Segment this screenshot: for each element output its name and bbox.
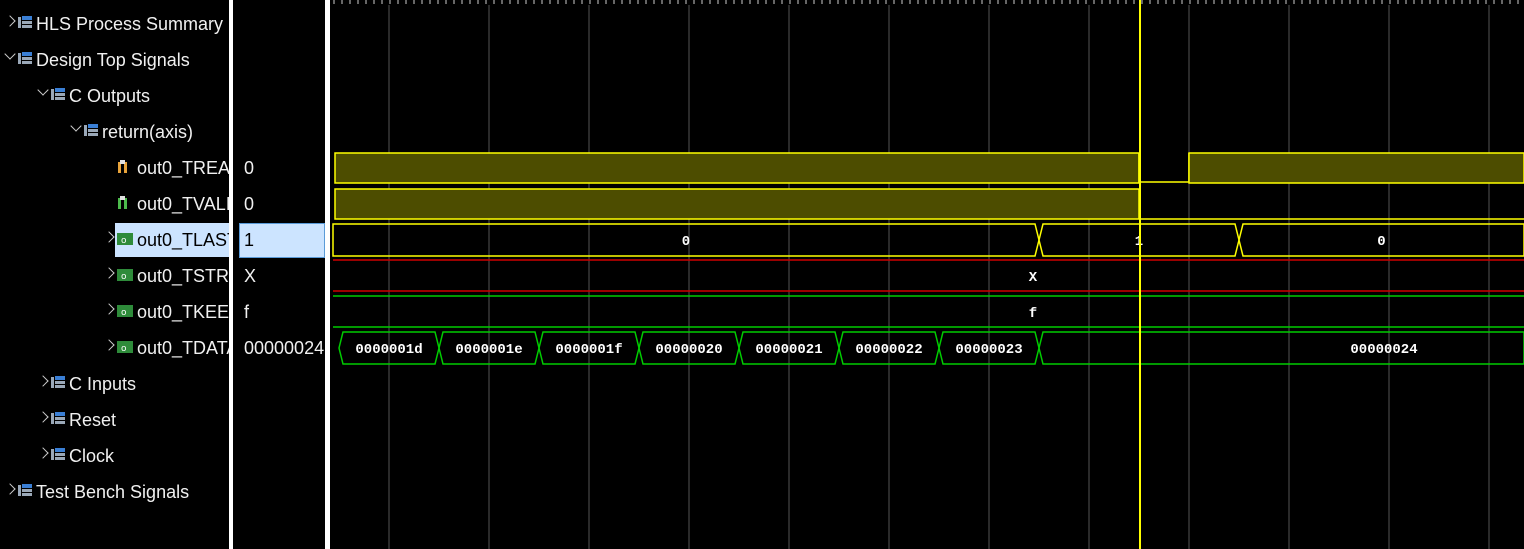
tdata-value-label: 00000024 bbox=[1350, 342, 1417, 358]
svg-text:o: o bbox=[121, 344, 127, 354]
tree-row[interactable]: HLS Process Summary bbox=[0, 6, 229, 42]
value-row[interactable]: 0 bbox=[233, 150, 325, 186]
signal-bus-icon: o bbox=[117, 268, 133, 282]
signal-group-icon bbox=[18, 16, 32, 29]
tdata-bus-segment bbox=[1038, 331, 1524, 365]
tree-row-label: out0_TLAST bbox=[137, 230, 229, 250]
tree-row-label: out0_TREADY bbox=[137, 158, 229, 178]
tdata-value-label: 00000020 bbox=[655, 342, 722, 358]
value-row[interactable] bbox=[233, 78, 325, 114]
tready-high-segment bbox=[1188, 152, 1524, 184]
tvalid-high-segment bbox=[334, 188, 1140, 220]
signal-values-pane: 0 0 1 Xf 00000024 bbox=[233, 0, 325, 549]
chevron-right-icon[interactable] bbox=[37, 411, 49, 423]
tree-row-label: C Outputs bbox=[69, 86, 151, 106]
value-row[interactable] bbox=[233, 42, 325, 78]
tdata-value-label: 00000021 bbox=[755, 342, 822, 358]
waveform-canvas[interactable]: 010Xf0000001d0000001e0000001f00000020000… bbox=[330, 0, 1524, 549]
chevron-down-icon[interactable] bbox=[37, 84, 49, 96]
tree-row[interactable]: Reset bbox=[0, 402, 229, 438]
tree-row-label: HLS Process Summary bbox=[36, 14, 224, 34]
tready-high-segment bbox=[334, 152, 1140, 184]
chevron-right-icon[interactable] bbox=[103, 231, 115, 243]
signal-value: 1 bbox=[244, 230, 255, 250]
tdata-value-label: 00000023 bbox=[955, 342, 1022, 358]
svg-text:o: o bbox=[121, 272, 127, 282]
tree-row-label: Clock bbox=[69, 446, 115, 466]
value-row[interactable]: 0 bbox=[233, 186, 325, 222]
svg-text:o: o bbox=[121, 308, 127, 318]
tree-row[interactable]: return(axis) bbox=[0, 114, 229, 150]
tdata-value-label: 00000022 bbox=[855, 342, 922, 358]
tdata-value-label: 0000001d bbox=[355, 342, 422, 358]
chevron-right-icon[interactable] bbox=[37, 375, 49, 387]
tlast-value-label: 0 bbox=[682, 234, 690, 250]
tdata-value-label: 0000001e bbox=[455, 342, 522, 358]
value-row[interactable] bbox=[233, 402, 325, 438]
signal-bit-icon bbox=[117, 160, 131, 173]
signal-group-icon bbox=[18, 484, 32, 497]
value-row[interactable] bbox=[233, 366, 325, 402]
value-row[interactable] bbox=[233, 438, 325, 474]
tkeep-value-label: f bbox=[1029, 306, 1037, 322]
signal-group-icon bbox=[51, 376, 65, 389]
tree-row[interactable]: C Inputs bbox=[0, 366, 229, 402]
signal-value: 00000024 bbox=[244, 338, 325, 358]
tree-row-label: C Inputs bbox=[69, 374, 137, 394]
signal-bit-icon bbox=[117, 196, 131, 209]
tree-row[interactable]: o out0_TKEEP bbox=[0, 294, 229, 330]
value-row[interactable]: 00000024 bbox=[233, 330, 325, 366]
tree-row[interactable]: Test Bench Signals bbox=[0, 474, 229, 510]
svg-text:o: o bbox=[121, 236, 127, 246]
value-row[interactable]: 1 bbox=[233, 222, 325, 258]
signal-bus-icon: o bbox=[117, 304, 133, 318]
tree-row[interactable]: o out0_TDATA bbox=[0, 330, 229, 366]
chevron-right-icon[interactable] bbox=[103, 267, 115, 279]
tree-row[interactable]: o out0_TLAST bbox=[0, 222, 229, 258]
signal-group-icon bbox=[84, 124, 98, 137]
value-row[interactable]: f bbox=[233, 294, 325, 330]
chevron-down-icon[interactable] bbox=[70, 120, 82, 132]
tdata-value-label: 0000001f bbox=[555, 342, 622, 358]
tready-low-segment bbox=[1138, 153, 1190, 183]
tree-row-label: out0_TDATA bbox=[137, 338, 229, 358]
chevron-right-icon[interactable] bbox=[37, 447, 49, 459]
tree-row-label: Design Top Signals bbox=[36, 50, 190, 70]
value-row[interactable] bbox=[233, 6, 325, 42]
signal-group-icon bbox=[18, 52, 32, 65]
signal-value: 0 bbox=[244, 158, 255, 178]
tree-row[interactable]: out0_TVALID bbox=[0, 186, 229, 222]
signal-names-pane: HLS Process Summary Design Top Signals C O… bbox=[0, 0, 229, 549]
value-row[interactable]: X bbox=[233, 258, 325, 294]
tree-row[interactable]: out0_TREADY bbox=[0, 150, 229, 186]
value-row[interactable] bbox=[233, 474, 325, 510]
tree-row[interactable]: C Outputs bbox=[0, 78, 229, 114]
tree-row-label: out0_TVALID bbox=[137, 194, 229, 214]
tree-row-label: return(axis) bbox=[102, 122, 194, 142]
waveform-pane[interactable]: 010Xf0000001d0000001e0000001f00000020000… bbox=[330, 0, 1524, 549]
tree-row[interactable]: Design Top Signals bbox=[0, 42, 229, 78]
signal-value: f bbox=[244, 302, 250, 322]
tree-row-label: Test Bench Signals bbox=[36, 482, 190, 502]
chevron-right-icon[interactable] bbox=[4, 15, 16, 27]
signal-bus-icon: o bbox=[117, 340, 133, 354]
signal-bus-icon: o bbox=[117, 232, 133, 246]
signal-value: X bbox=[244, 266, 257, 286]
signal-group-icon bbox=[51, 412, 65, 425]
tstrb-value-label: X bbox=[1029, 270, 1038, 286]
tree-row-label: out0_TKEEP bbox=[137, 302, 229, 322]
tree-row-label: out0_TSTRB bbox=[137, 266, 229, 286]
chevron-right-icon[interactable] bbox=[103, 303, 115, 315]
chevron-right-icon[interactable] bbox=[4, 483, 16, 495]
signal-group-icon bbox=[51, 88, 65, 101]
tree-row[interactable]: o out0_TSTRB bbox=[0, 258, 229, 294]
chevron-down-icon[interactable] bbox=[4, 48, 16, 60]
chevron-right-icon[interactable] bbox=[103, 339, 115, 351]
signal-group-icon bbox=[51, 448, 65, 461]
tree-row-label: Reset bbox=[69, 410, 117, 430]
signal-value: 0 bbox=[244, 194, 255, 214]
value-row[interactable] bbox=[233, 114, 325, 150]
tlast-value-label: 0 bbox=[1377, 234, 1385, 250]
tree-row[interactable]: Clock bbox=[0, 438, 229, 474]
